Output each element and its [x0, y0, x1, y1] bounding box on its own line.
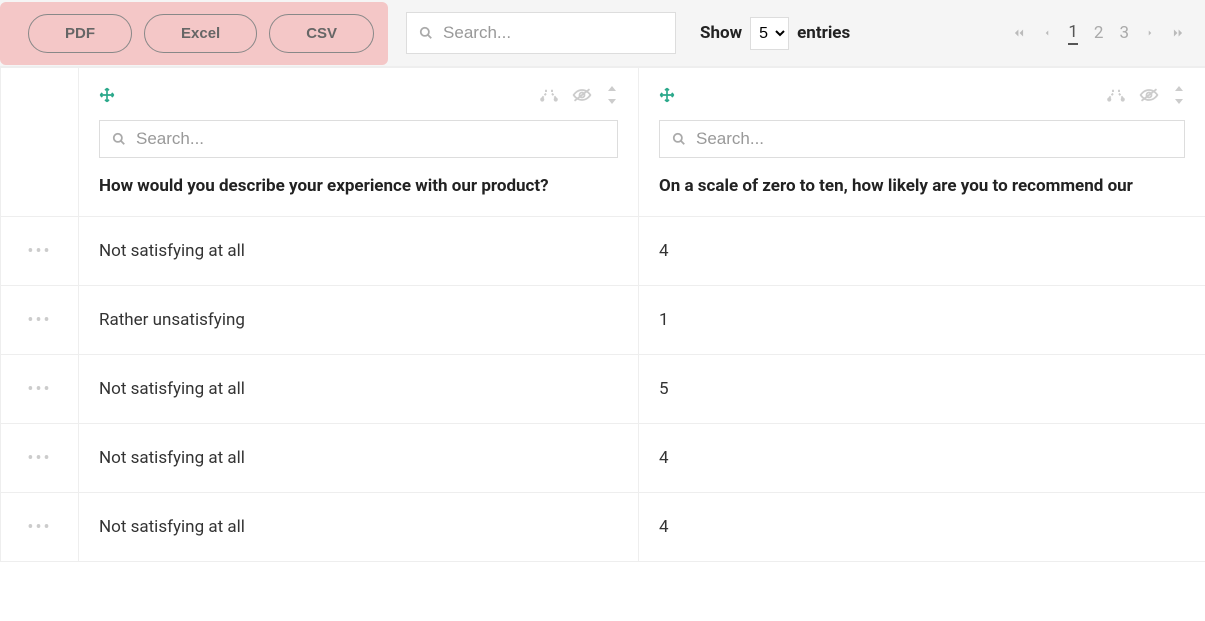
column-title-2: On a scale of zero to ten, how likely ar… — [659, 176, 1185, 196]
column-search-input-2[interactable] — [696, 129, 1172, 149]
table-row: •••Rather unsatisfying1 — [1, 286, 1205, 355]
cell-c2: 1 — [639, 286, 1205, 355]
cell-c1: Rather unsatisfying — [79, 286, 639, 355]
cell-c2: 4 — [639, 493, 1205, 562]
column-header-2: On a scale of zero to ten, how likely ar… — [639, 68, 1205, 217]
column-header-1: How would you describe your experience w… — [79, 68, 639, 217]
show-label: Show — [700, 23, 742, 43]
cell-c1: Not satisfying at all — [79, 217, 639, 286]
row-actions-icon[interactable]: ••• — [1, 424, 79, 493]
cell-c2: 5 — [639, 355, 1205, 424]
row-actions-icon[interactable]: ••• — [1, 493, 79, 562]
cell-c1: Not satisfying at all — [79, 493, 639, 562]
row-actions-icon[interactable]: ••• — [1, 217, 79, 286]
export-csv-button[interactable]: CSV — [269, 14, 374, 53]
hide-column-icon[interactable] — [572, 87, 592, 103]
split-column-icon[interactable] — [540, 87, 558, 103]
global-search-input[interactable] — [443, 23, 663, 43]
table-row: •••Not satisfying at all4 — [1, 493, 1205, 562]
toolbar: PDF Excel CSV Show 5 entries 1 2 3 — [0, 0, 1205, 67]
cell-c1: Not satisfying at all — [79, 355, 639, 424]
cell-c1: Not satisfying at all — [79, 424, 639, 493]
column-title-1: How would you describe your experience w… — [99, 176, 618, 196]
page-1[interactable]: 1 — [1068, 22, 1078, 45]
sort-column-icon[interactable] — [606, 86, 618, 104]
page-last-icon[interactable] — [1171, 26, 1185, 40]
export-excel-button[interactable]: Excel — [144, 14, 257, 53]
column-search-input-1[interactable] — [136, 129, 605, 149]
page-prev-icon[interactable] — [1042, 26, 1052, 40]
split-column-icon[interactable] — [1107, 87, 1125, 103]
sort-column-icon[interactable] — [1173, 86, 1185, 104]
pagination: 1 2 3 — [1012, 22, 1185, 45]
search-icon — [672, 132, 686, 146]
row-handle-header — [1, 68, 79, 217]
export-group: PDF Excel CSV — [0, 2, 388, 65]
page-next-icon[interactable] — [1145, 26, 1155, 40]
column-search-2[interactable] — [659, 120, 1185, 158]
entries-control: Show 5 entries — [700, 17, 850, 50]
row-actions-icon[interactable]: ••• — [1, 355, 79, 424]
move-column-icon[interactable] — [99, 87, 115, 103]
global-search[interactable] — [406, 12, 676, 54]
page-2[interactable]: 2 — [1094, 23, 1104, 43]
search-icon — [419, 26, 433, 40]
column-search-1[interactable] — [99, 120, 618, 158]
cell-c2: 4 — [639, 424, 1205, 493]
table-row: •••Not satisfying at all4 — [1, 424, 1205, 493]
search-icon — [112, 132, 126, 146]
entries-label: entries — [797, 23, 850, 43]
move-column-icon[interactable] — [659, 87, 675, 103]
table-row: •••Not satisfying at all5 — [1, 355, 1205, 424]
row-actions-icon[interactable]: ••• — [1, 286, 79, 355]
table-row: •••Not satisfying at all4 — [1, 217, 1205, 286]
export-pdf-button[interactable]: PDF — [28, 14, 132, 53]
entries-select[interactable]: 5 — [750, 17, 789, 50]
page-first-icon[interactable] — [1012, 26, 1026, 40]
hide-column-icon[interactable] — [1139, 87, 1159, 103]
cell-c2: 4 — [639, 217, 1205, 286]
data-table: How would you describe your experience w… — [0, 67, 1205, 562]
page-3[interactable]: 3 — [1119, 23, 1129, 43]
